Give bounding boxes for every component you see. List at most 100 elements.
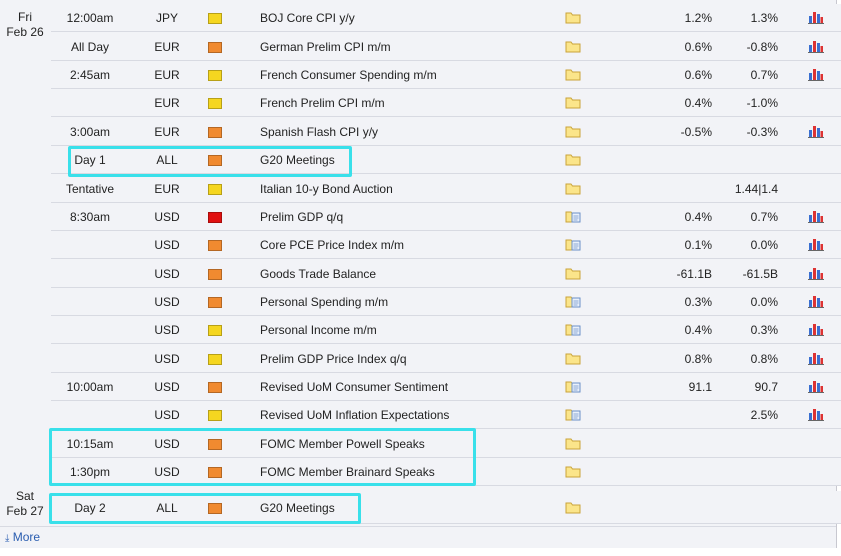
event-currency: USD (154, 408, 180, 422)
event-actual: 0.8% (684, 352, 712, 366)
folder-document-icon[interactable] (565, 323, 581, 340)
event-currency: EUR (154, 182, 180, 196)
event-time: 2:45am (69, 68, 111, 82)
folder-icon[interactable] (565, 352, 581, 369)
chart-icon[interactable] (808, 351, 824, 369)
impact-high-icon (208, 212, 222, 223)
event-name[interactable]: Personal Income m/m (260, 322, 377, 338)
event-name[interactable]: Personal Spending m/m (260, 294, 388, 310)
page-bottom (0, 548, 841, 556)
date-day: Fri (18, 10, 32, 24)
event-name[interactable]: German Prelim CPI m/m (260, 39, 391, 55)
event-currency: USD (154, 295, 180, 309)
chart-icon[interactable] (808, 209, 824, 227)
event-actual: -0.5% (680, 125, 712, 139)
event-currency: EUR (154, 96, 180, 110)
chart-icon[interactable] (808, 294, 824, 312)
event-forecast: -0.3% (746, 125, 778, 139)
event-actual: 0.4% (684, 96, 712, 110)
event-forecast: 0.0% (750, 295, 778, 309)
impact-medium-icon (208, 240, 222, 251)
chart-icon[interactable] (808, 266, 824, 284)
event-name[interactable]: Revised UoM Consumer Sentiment (260, 379, 448, 395)
event-actual: 0.6% (684, 68, 712, 82)
event-name[interactable]: Goods Trade Balance (260, 266, 376, 282)
impact-medium-icon (208, 269, 222, 280)
event-time: All Day (70, 40, 109, 54)
chart-icon[interactable] (808, 407, 824, 425)
chart-icon[interactable] (808, 322, 824, 340)
folder-document-icon[interactable] (565, 295, 581, 312)
event-currency: USD (154, 238, 180, 252)
impact-low-icon (208, 325, 222, 336)
folder-icon[interactable] (565, 501, 581, 518)
event-name[interactable]: Revised UoM Inflation Expectations (260, 407, 449, 423)
highlight-box-day2 (49, 493, 361, 524)
event-forecast: 0.8% (750, 352, 778, 366)
event-forecast: 1.3% (750, 11, 778, 25)
event-name[interactable]: Italian 10-y Bond Auction (260, 181, 393, 197)
folder-icon[interactable] (565, 11, 581, 28)
impact-medium-icon (208, 127, 222, 138)
event-currency: USD (154, 323, 180, 337)
chart-icon[interactable] (808, 237, 824, 255)
event-currency: USD (154, 210, 180, 224)
folder-icon[interactable] (565, 437, 581, 454)
event-actual: -61.1B (676, 267, 712, 281)
folder-icon[interactable] (565, 96, 581, 113)
folder-icon[interactable] (565, 267, 581, 284)
chart-icon[interactable] (808, 67, 824, 85)
event-currency: USD (154, 380, 180, 394)
folder-document-icon[interactable] (565, 210, 581, 227)
folder-icon[interactable] (565, 465, 581, 482)
folder-icon[interactable] (565, 125, 581, 142)
impact-low-icon (208, 70, 222, 81)
chart-icon[interactable] (808, 39, 824, 57)
impact-low-icon (208, 410, 222, 421)
event-time: 10:00am (66, 380, 114, 394)
impact-medium-icon (208, 297, 222, 308)
chart-icon[interactable] (808, 379, 824, 397)
chart-icon[interactable] (808, 10, 824, 28)
impact-low-icon (208, 354, 222, 365)
date-cell-fri: Fri Feb 26 (0, 10, 50, 40)
event-currency: EUR (154, 68, 180, 82)
impact-low-icon (208, 184, 222, 195)
event-actual: 91.1 (688, 380, 712, 394)
impact-medium-icon (208, 42, 222, 53)
event-currency: EUR (154, 40, 180, 54)
event-forecast: 0.7% (750, 210, 778, 224)
event-name[interactable]: Spanish Flash CPI y/y (260, 124, 378, 140)
impact-medium-icon (208, 382, 222, 393)
event-actual: 0.4% (684, 323, 712, 337)
folder-document-icon[interactable] (565, 408, 581, 425)
event-forecast: 0.3% (750, 323, 778, 337)
more-link[interactable]: ⤓ More (5, 530, 40, 544)
event-name[interactable]: Prelim GDP q/q (260, 209, 343, 225)
event-name[interactable]: BOJ Core CPI y/y (260, 10, 355, 26)
event-currency: USD (154, 267, 180, 281)
impact-low-icon (208, 13, 222, 24)
download-arrow-icon: ⤓ (5, 533, 10, 544)
folder-icon[interactable] (565, 182, 581, 199)
event-currency: EUR (154, 125, 180, 139)
folder-icon[interactable] (565, 40, 581, 57)
impact-low-icon (208, 98, 222, 109)
highlight-box-day1 (68, 146, 352, 177)
folder-document-icon[interactable] (565, 238, 581, 255)
event-time: Tentative (65, 182, 115, 196)
folder-document-icon[interactable] (565, 380, 581, 397)
chart-icon[interactable] (808, 124, 824, 142)
event-name[interactable]: French Consumer Spending m/m (260, 67, 437, 83)
event-currency: JPY (155, 11, 178, 25)
folder-icon[interactable] (565, 68, 581, 85)
folder-icon[interactable] (565, 153, 581, 170)
event-name[interactable]: French Prelim CPI m/m (260, 95, 385, 111)
event-forecast: -0.8% (746, 40, 778, 54)
highlight-box-fomc (49, 428, 476, 486)
event-name[interactable]: Prelim GDP Price Index q/q (260, 351, 407, 367)
event-name[interactable]: Core PCE Price Index m/m (260, 237, 404, 253)
more-label: More (12, 530, 41, 544)
event-actual: 0.1% (684, 238, 712, 252)
event-actual: 1.2% (684, 11, 712, 25)
